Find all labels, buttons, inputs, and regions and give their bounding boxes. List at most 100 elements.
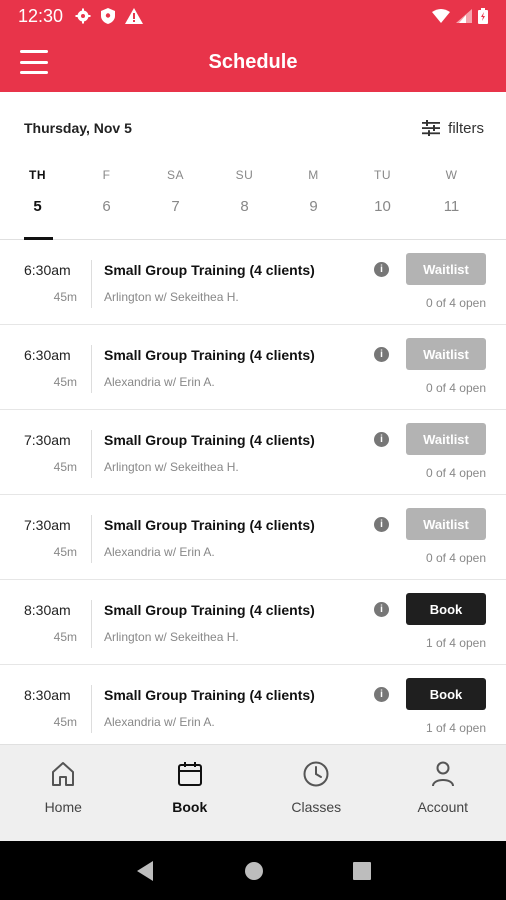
info-icon[interactable]: i bbox=[374, 432, 389, 447]
open-spots: 0 of 4 open bbox=[425, 551, 486, 565]
info-icon[interactable]: i bbox=[374, 347, 389, 362]
day-tab-sunday[interactable]: SU 8 bbox=[210, 160, 279, 239]
info-icon[interactable]: i bbox=[374, 262, 389, 277]
filters-button[interactable]: filters bbox=[422, 120, 484, 137]
filters-label: filters bbox=[448, 119, 484, 137]
day-tab-friday[interactable]: F 6 bbox=[72, 160, 141, 239]
day-abbr: SU bbox=[235, 168, 254, 182]
open-spots: 1 of 4 open bbox=[425, 636, 486, 650]
class-row[interactable]: 6:30am 45m Small Group Training (4 clien… bbox=[0, 240, 506, 325]
waitlist-button[interactable]: Waitlist bbox=[406, 253, 486, 285]
warning-icon bbox=[125, 8, 144, 24]
waitlist-button[interactable]: Waitlist bbox=[406, 423, 486, 455]
nav-book[interactable]: Book bbox=[127, 745, 254, 841]
day-abbr: W bbox=[445, 168, 458, 182]
class-row[interactable]: 6:30am 45m Small Group Training (4 clien… bbox=[0, 325, 506, 410]
day-number: 6 bbox=[102, 198, 111, 215]
class-time: 8:30am bbox=[24, 687, 71, 703]
class-time: 7:30am bbox=[24, 517, 71, 533]
class-row[interactable]: 7:30am 45m Small Group Training (4 clien… bbox=[0, 495, 506, 580]
class-name: Small Group Training (4 clients) bbox=[104, 687, 315, 703]
filters-icon bbox=[422, 120, 441, 136]
class-location: Arlington w/ Sekeithea H. bbox=[104, 460, 239, 474]
class-row[interactable]: 8:30am 45m Small Group Training (4 clien… bbox=[0, 580, 506, 665]
class-duration: 45m bbox=[53, 715, 77, 729]
info-icon[interactable]: i bbox=[374, 517, 389, 532]
class-name: Small Group Training (4 clients) bbox=[104, 262, 315, 278]
day-abbr: TH bbox=[29, 168, 46, 182]
class-duration: 45m bbox=[53, 460, 77, 474]
day-number: 11 bbox=[443, 198, 460, 215]
day-abbr: SA bbox=[166, 168, 184, 182]
day-number: 5 bbox=[33, 198, 42, 215]
recents-icon[interactable] bbox=[353, 861, 372, 880]
open-spots: 0 of 4 open bbox=[425, 381, 486, 395]
home-icon bbox=[52, 762, 75, 786]
battery-icon bbox=[478, 8, 488, 24]
clock-icon bbox=[303, 761, 329, 787]
class-time: 8:30am bbox=[24, 602, 71, 618]
class-name: Small Group Training (4 clients) bbox=[104, 347, 315, 363]
system-nav-bar bbox=[0, 841, 506, 900]
row-divider bbox=[91, 515, 92, 563]
day-tab-saturday[interactable]: SA 7 bbox=[141, 160, 210, 239]
selected-date: Thursday, Nov 5 bbox=[24, 120, 132, 136]
day-tab-monday[interactable]: M 9 bbox=[279, 160, 348, 239]
day-abbr: TU bbox=[374, 168, 391, 182]
waitlist-button[interactable]: Waitlist bbox=[406, 338, 486, 370]
class-location: Alexandria w/ Erin A. bbox=[104, 715, 215, 729]
class-location: Alexandria w/ Erin A. bbox=[104, 375, 215, 389]
nav-label: Account bbox=[417, 799, 469, 815]
class-duration: 45m bbox=[53, 545, 77, 559]
open-spots: 0 of 4 open bbox=[425, 296, 486, 310]
nav-classes[interactable]: Classes bbox=[253, 745, 380, 841]
bottom-nav: Home Book Classes Account bbox=[0, 744, 506, 841]
day-tab-wednesday[interactable]: W 11 bbox=[417, 160, 486, 239]
day-tab-thursday[interactable]: TH 5 bbox=[3, 160, 72, 240]
day-abbr: F bbox=[102, 168, 111, 182]
nav-home[interactable]: Home bbox=[0, 745, 127, 841]
class-duration: 45m bbox=[53, 290, 77, 304]
home-circle-icon[interactable] bbox=[244, 861, 264, 881]
nav-label: Home bbox=[44, 799, 82, 815]
day-number: 10 bbox=[374, 198, 391, 215]
book-button[interactable]: Book bbox=[406, 678, 486, 710]
open-spots: 1 of 4 open bbox=[425, 721, 486, 735]
class-name: Small Group Training (4 clients) bbox=[104, 432, 315, 448]
day-number: 8 bbox=[240, 198, 249, 215]
schedule-screen: 12:30 Schedule Thursday, Nov 5 filters T… bbox=[0, 0, 506, 900]
book-button[interactable]: Book bbox=[406, 593, 486, 625]
app-bar: Schedule bbox=[0, 32, 506, 92]
day-abbr: M bbox=[308, 168, 319, 182]
row-divider bbox=[91, 345, 92, 393]
status-icons-right bbox=[432, 8, 488, 24]
status-bar: 12:30 bbox=[0, 0, 506, 32]
class-row[interactable]: 8:30am 45m Small Group Training (4 clien… bbox=[0, 665, 506, 744]
waitlist-button[interactable]: Waitlist bbox=[406, 508, 486, 540]
day-tab-tuesday[interactable]: TU 10 bbox=[348, 160, 417, 239]
class-list: 6:30am 45m Small Group Training (4 clien… bbox=[0, 240, 506, 744]
nav-label: Book bbox=[172, 799, 208, 815]
person-icon bbox=[431, 761, 454, 787]
date-header: Thursday, Nov 5 filters bbox=[0, 92, 506, 164]
class-location: Arlington w/ Sekeithea H. bbox=[104, 630, 239, 644]
settings-gear-icon bbox=[75, 8, 91, 24]
info-icon[interactable]: i bbox=[374, 602, 389, 617]
day-number: 7 bbox=[171, 198, 180, 215]
class-duration: 45m bbox=[53, 375, 77, 389]
back-icon[interactable] bbox=[135, 860, 155, 882]
class-time: 7:30am bbox=[24, 432, 71, 448]
calendar-icon bbox=[177, 762, 202, 786]
nav-account[interactable]: Account bbox=[380, 745, 506, 841]
row-divider bbox=[91, 430, 92, 478]
day-number: 9 bbox=[309, 198, 318, 215]
open-spots: 0 of 4 open bbox=[425, 466, 486, 480]
wifi-icon bbox=[432, 9, 450, 23]
class-row[interactable]: 7:30am 45m Small Group Training (4 clien… bbox=[0, 410, 506, 495]
day-selector: TH 5 F 6 SA 7 SU 8 M 9 TU 10 W 11 bbox=[0, 160, 506, 240]
page-title: Schedule bbox=[208, 50, 298, 73]
info-icon[interactable]: i bbox=[374, 687, 389, 702]
class-location: Alexandria w/ Erin A. bbox=[104, 545, 215, 559]
hamburger-menu-icon[interactable] bbox=[20, 50, 48, 74]
shield-icon bbox=[101, 8, 116, 24]
